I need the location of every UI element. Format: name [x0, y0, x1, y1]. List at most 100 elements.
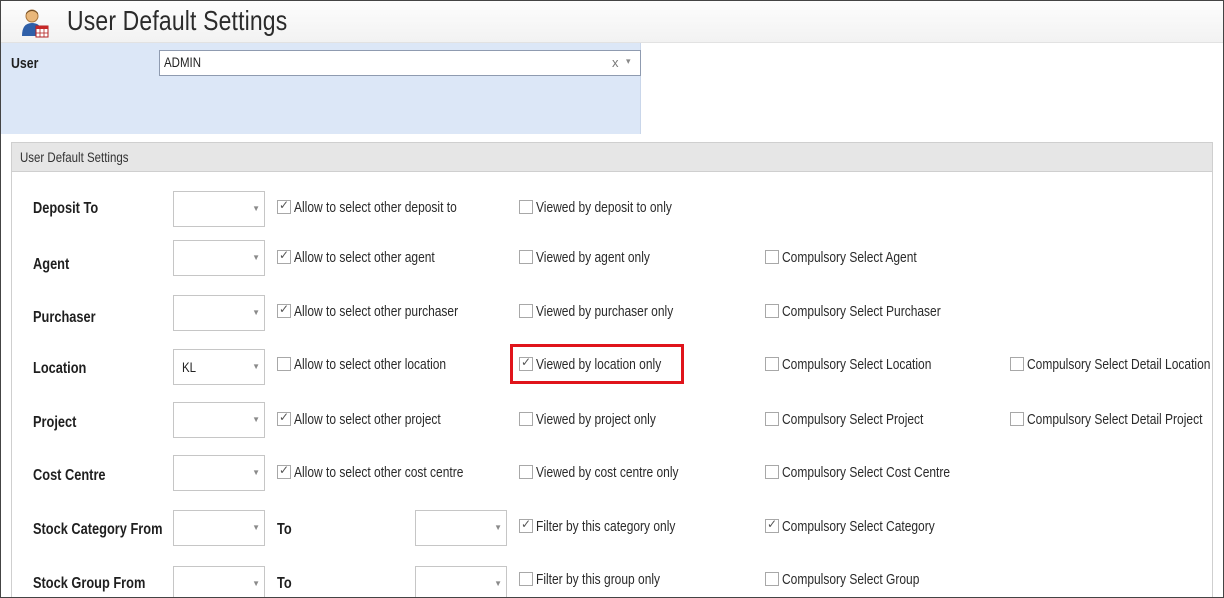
- viewed-by-cost-centre-checkbox[interactable]: Viewed by cost centre only: [519, 462, 714, 482]
- deposit-to-combo[interactable]: ▼: [173, 191, 265, 227]
- compulsory-select-purchaser-checkbox[interactable]: Compulsory Select Purchaser: [765, 301, 980, 321]
- title-bar: User Default Settings: [1, 1, 1223, 43]
- chevron-down-icon[interactable]: ▼: [494, 523, 502, 532]
- user-default-settings-window: User Default Settings User ADMIN x ▾ Use…: [0, 0, 1224, 598]
- chevron-down-icon[interactable]: ▼: [252, 468, 260, 477]
- user-label: User: [11, 55, 39, 72]
- checkbox-label: Compulsory Select Purchaser: [782, 302, 941, 320]
- allow-other-deposit-to-checkbox[interactable]: Allow to select other deposit to: [277, 197, 497, 217]
- checkbox-box[interactable]: [765, 465, 779, 479]
- checkbox-box[interactable]: [519, 250, 533, 264]
- checkbox-box[interactable]: [519, 200, 533, 214]
- checkbox-box[interactable]: [765, 572, 779, 586]
- row-label-stock-category-from: Stock Category From: [33, 521, 163, 538]
- checkbox-label: Compulsory Select Category: [782, 517, 935, 535]
- chevron-down-icon[interactable]: ▼: [252, 308, 260, 317]
- checkbox-label: Viewed by cost centre only: [536, 463, 679, 481]
- stock-group-to-combo[interactable]: ▼: [415, 566, 507, 597]
- checkbox-box[interactable]: [519, 572, 533, 586]
- checkbox-box[interactable]: [765, 357, 779, 371]
- to-label: To: [277, 575, 292, 592]
- checkbox-box[interactable]: [765, 250, 779, 264]
- checkbox-label: Allow to select other project: [294, 410, 441, 428]
- checkbox-box[interactable]: [1010, 412, 1024, 426]
- group-title: User Default Settings: [20, 149, 129, 165]
- checkbox-box[interactable]: [277, 248, 291, 264]
- checkbox-label: Viewed by deposit to only: [536, 198, 672, 216]
- checkbox-box[interactable]: [765, 412, 779, 426]
- compulsory-select-detail-project-checkbox[interactable]: Compulsory Select Detail Project: [1010, 409, 1223, 429]
- stock-category-from-combo[interactable]: ▼: [173, 510, 265, 546]
- checkbox-box[interactable]: [277, 463, 291, 479]
- checkbox-label: Filter by this group only: [536, 570, 661, 588]
- checkbox-label: Allow to select other deposit to: [294, 198, 457, 216]
- viewed-by-agent-checkbox[interactable]: Viewed by agent only: [519, 247, 678, 267]
- checkbox-label: Viewed by purchaser only: [536, 302, 674, 320]
- checkbox-label: Compulsory Select Location: [782, 355, 932, 373]
- agent-combo[interactable]: ▼: [173, 240, 265, 276]
- project-combo[interactable]: ▼: [173, 402, 265, 438]
- chevron-down-icon[interactable]: ▼: [252, 204, 260, 213]
- cost-centre-combo[interactable]: ▼: [173, 455, 265, 491]
- chevron-down-icon[interactable]: ▼: [252, 253, 260, 262]
- checkbox-box[interactable]: [765, 304, 779, 318]
- checkbox-label: Viewed by project only: [536, 410, 656, 428]
- compulsory-select-group-checkbox[interactable]: Compulsory Select Group: [765, 569, 954, 589]
- checkbox-box[interactable]: [519, 304, 533, 318]
- stock-group-from-combo[interactable]: ▼: [173, 566, 265, 597]
- filter-by-group-checkbox[interactable]: Filter by this group only: [519, 569, 691, 589]
- checkbox-box[interactable]: [519, 412, 533, 426]
- allow-other-cost-centre-checkbox[interactable]: Allow to select other cost centre: [277, 462, 506, 482]
- viewed-by-project-checkbox[interactable]: Viewed by project only: [519, 409, 686, 429]
- allow-other-purchaser-checkbox[interactable]: Allow to select other purchaser: [277, 301, 499, 321]
- checkbox-label: Allow to select other cost centre: [294, 463, 464, 481]
- chevron-down-icon[interactable]: ▼: [252, 579, 260, 588]
- checkbox-label: Compulsory Select Project: [782, 410, 924, 428]
- viewed-by-purchaser-checkbox[interactable]: Viewed by purchaser only: [519, 301, 708, 321]
- highlight-box: [510, 344, 684, 384]
- checkbox-box[interactable]: [519, 465, 533, 479]
- combo-value: KL: [182, 359, 197, 375]
- allow-other-location-checkbox[interactable]: Allow to select other location: [277, 354, 484, 374]
- user-combo[interactable]: ADMIN x ▾: [159, 50, 641, 76]
- compulsory-select-category-checkbox[interactable]: Compulsory Select Category: [765, 516, 973, 536]
- checkbox-box[interactable]: [277, 198, 291, 214]
- user-selector-band: User ADMIN x ▾: [1, 43, 641, 134]
- group-header: User Default Settings: [11, 142, 1213, 172]
- checkbox-box[interactable]: [1010, 357, 1024, 371]
- chevron-down-icon[interactable]: ▼: [252, 415, 260, 424]
- checkbox-box[interactable]: [277, 410, 291, 426]
- chevron-down-icon[interactable]: ▼: [494, 579, 502, 588]
- row-label-purchaser: Purchaser: [33, 309, 96, 326]
- checkbox-label: Compulsory Select Cost Centre: [782, 463, 951, 481]
- checkbox-box[interactable]: [519, 517, 533, 533]
- checkbox-label: Compulsory Select Agent: [782, 248, 917, 266]
- row-label-project: Project: [33, 414, 77, 431]
- purchaser-combo[interactable]: ▼: [173, 295, 265, 331]
- chevron-down-icon[interactable]: ▾: [626, 56, 631, 67]
- compulsory-select-agent-checkbox[interactable]: Compulsory Select Agent: [765, 247, 950, 267]
- row-label-agent: Agent: [33, 256, 70, 273]
- clear-icon[interactable]: x: [612, 55, 619, 70]
- checkbox-label: Allow to select other purchaser: [294, 302, 459, 320]
- user-value: ADMIN: [164, 54, 202, 70]
- user-settings-icon: [22, 9, 49, 38]
- allow-other-agent-checkbox[interactable]: Allow to select other agent: [277, 247, 470, 267]
- checkbox-label: Compulsory Select Group: [782, 570, 920, 588]
- chevron-down-icon[interactable]: ▼: [252, 362, 260, 371]
- checkbox-box[interactable]: [765, 517, 779, 533]
- compulsory-select-project-checkbox[interactable]: Compulsory Select Project: [765, 409, 959, 429]
- chevron-down-icon[interactable]: ▼: [252, 523, 260, 532]
- allow-other-project-checkbox[interactable]: Allow to select other project: [277, 409, 477, 429]
- viewed-by-deposit-to-checkbox[interactable]: Viewed by deposit to only: [519, 197, 706, 217]
- row-label-cost-centre: Cost Centre: [33, 467, 106, 484]
- window-title: User Default Settings: [67, 5, 288, 36]
- location-combo[interactable]: KL ▼: [173, 349, 265, 385]
- checkbox-box[interactable]: [277, 357, 291, 371]
- compulsory-select-detail-location-checkbox[interactable]: Compulsory Select Detail Location: [1010, 354, 1223, 374]
- compulsory-select-location-checkbox[interactable]: Compulsory Select Location: [765, 354, 969, 374]
- checkbox-box[interactable]: [277, 302, 291, 318]
- filter-by-category-checkbox[interactable]: Filter by this category only: [519, 516, 710, 536]
- compulsory-select-cost-centre-checkbox[interactable]: Compulsory Select Cost Centre: [765, 462, 992, 482]
- stock-category-to-combo[interactable]: ▼: [415, 510, 507, 546]
